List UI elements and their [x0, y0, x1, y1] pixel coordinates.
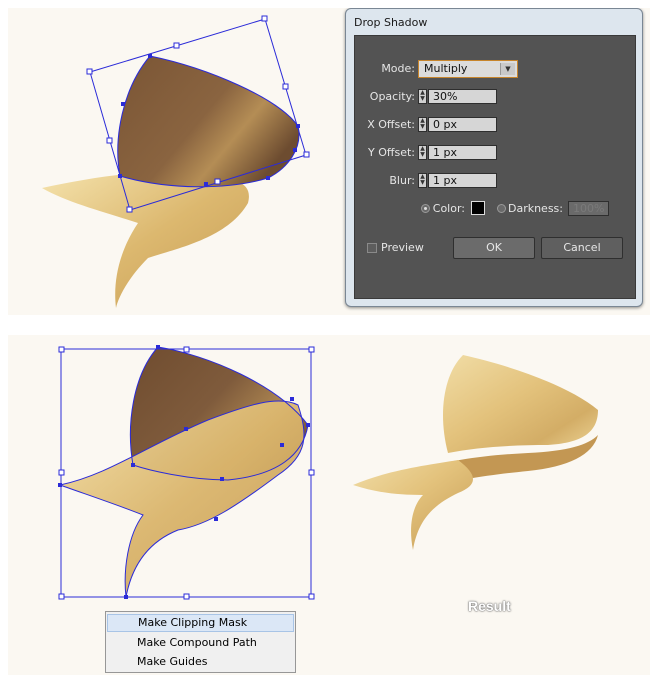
result-label: Result [468, 598, 511, 614]
opacity-field[interactable]: 30% [428, 89, 497, 104]
menu-item-make-guides[interactable]: Make Guides [107, 653, 294, 671]
drop-shadow-dialog: Drop Shadow Mode: Multiply ▼ Opacity: ▲ ▼… [345, 8, 643, 307]
context-menu: Make Clipping Mask Make Compound Path Ma… [105, 611, 296, 673]
blur-field[interactable]: 1 px [428, 173, 497, 188]
mode-select-value: Multiply [424, 62, 468, 75]
mode-select[interactable]: Multiply ▼ [418, 60, 518, 78]
result-hat-top [443, 355, 598, 453]
blur-stepper-icon[interactable]: ▲ ▼ [418, 173, 427, 188]
color-label: Color: [432, 202, 465, 215]
y-offset-stepper-icon[interactable]: ▲ ▼ [418, 145, 427, 160]
preview-label: Preview [381, 241, 424, 254]
darkness-label: Darkness: [507, 202, 563, 215]
chevron-down-icon: ▼ [500, 63, 515, 75]
menu-item-make-clipping-mask[interactable]: Make Clipping Mask [107, 614, 294, 632]
preview-checkbox[interactable] [367, 243, 377, 253]
blur-label: Blur: [389, 174, 415, 187]
dialog-body: Mode: Multiply ▼ Opacity: ▲ ▼ 30% X Offse… [354, 35, 636, 299]
opacity-label: Opacity: [369, 90, 415, 103]
menu-item-make-compound-path[interactable]: Make Compound Path [107, 634, 294, 652]
y-offset-label: Y Offset: [368, 146, 415, 159]
x-offset-stepper-icon[interactable]: ▲ ▼ [418, 117, 427, 132]
result-hat-ribbon [353, 460, 473, 550]
gold-ribbon-shape [42, 171, 249, 308]
shadow-color-swatch[interactable] [471, 201, 485, 215]
bottom-step-panel: Result Make Clipping Mask Make Compound … [8, 335, 650, 675]
ok-button[interactable]: OK [453, 237, 535, 259]
top-step-panel: Drop Shadow Mode: Multiply ▼ Opacity: ▲ ▼… [8, 8, 650, 315]
opacity-stepper-icon[interactable]: ▲ ▼ [418, 89, 427, 104]
brown-triangle-shape [117, 56, 299, 187]
cancel-button[interactable]: Cancel [541, 237, 623, 259]
x-offset-label: X Offset: [367, 118, 415, 131]
y-offset-field[interactable]: 1 px [428, 145, 497, 160]
dialog-title: Drop Shadow [354, 16, 428, 29]
darkness-field[interactable]: 100% [568, 201, 609, 216]
x-offset-field[interactable]: 0 px [428, 117, 497, 132]
mode-label: Mode: [381, 62, 415, 75]
